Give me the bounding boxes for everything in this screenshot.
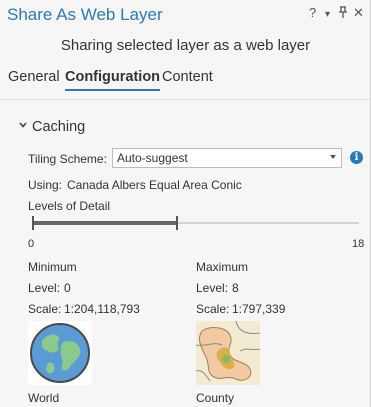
pane-title: Share As Web Layer (7, 5, 163, 24)
maximum-title: Maximum (196, 260, 249, 274)
maximum-scale-value: 1:797,339 (232, 302, 286, 316)
chevron-down-icon (18, 118, 28, 128)
levels-of-detail-slider[interactable] (32, 215, 359, 231)
tab-divider (0, 99, 371, 100)
tiling-scheme-value: Auto-suggest (117, 151, 188, 165)
tiling-scheme-dropdown[interactable]: Auto-suggest (112, 148, 342, 168)
maximum-scale-label: Scale: (196, 302, 230, 316)
minimum-level-value: 0 (64, 281, 71, 295)
world-globe-thumbnail (28, 321, 92, 385)
using-label: Using: (28, 178, 63, 192)
minimum-scale-name: World (28, 391, 60, 405)
info-icon[interactable]: i (350, 151, 363, 164)
tab-content[interactable]: Content (162, 69, 213, 89)
tiling-scheme-label: Tiling Scheme: (28, 152, 107, 166)
pane-subtitle: Sharing selected layer as a web layer (60, 37, 311, 54)
maximum-level-value: 8 (232, 281, 239, 295)
coordinate-system-value: Canada Albers Equal Area Conic (67, 178, 242, 192)
pane-titlebar: Share As Web Layer ? ▾ ✕ (0, 0, 371, 32)
minimum-level-label: Level: (28, 281, 61, 295)
tab-general[interactable]: General (8, 69, 60, 89)
slider-min-handle[interactable] (32, 216, 34, 230)
slider-max-handle[interactable] (176, 216, 179, 230)
maximum-scale-name: County (196, 391, 235, 405)
help-icon[interactable]: ? (309, 6, 316, 20)
minimum-scale-value: 1:204,118,793 (64, 302, 140, 316)
minimum-scale-label: Scale: (28, 302, 62, 316)
share-as-web-layer-pane: Share As Web Layer ? ▾ ✕ Sharing selecte… (0, 0, 371, 407)
levels-of-detail-label: Levels of Detail (28, 199, 111, 213)
minimum-title: Minimum (28, 260, 77, 274)
dropdown-arrow-icon (330, 155, 336, 159)
close-icon[interactable]: ✕ (353, 6, 364, 20)
slider-selected-range (32, 221, 178, 225)
tab-configuration[interactable]: Configuration (65, 69, 161, 91)
caching-section-title: Caching (32, 119, 86, 135)
options-menu-icon[interactable]: ▾ (325, 8, 330, 22)
maximum-level-label: Level: (196, 281, 229, 295)
pin-icon[interactable] (338, 6, 348, 22)
caching-section-header[interactable]: Caching (18, 118, 85, 135)
county-map-thumbnail (195, 320, 261, 385)
slider-max-tick: 18 (352, 238, 365, 250)
slider-min-tick: 0 (28, 238, 35, 250)
tab-strip: General Configuration Content (0, 69, 371, 93)
